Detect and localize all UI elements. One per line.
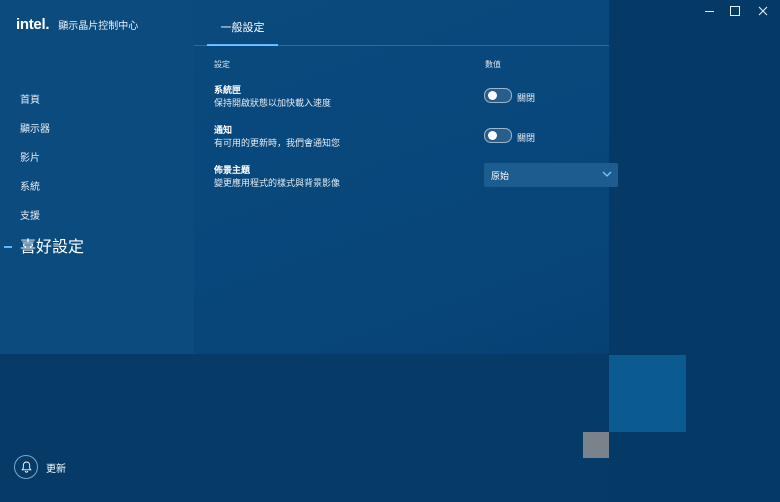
bottom-background-panel	[0, 354, 609, 502]
decorative-gray-square	[583, 432, 609, 458]
brand: intel. 顯示晶片控制中心	[16, 16, 138, 33]
tab-divider	[194, 45, 609, 46]
app-window: intel. 顯示晶片控制中心 首頁 顯示器 影片 系統 支援 喜好設定 更新 …	[0, 0, 780, 502]
intel-logo: intel.	[16, 16, 50, 33]
system-tray-toggle-label: 關閉	[517, 94, 536, 104]
theme-select-value: 原始	[491, 172, 510, 182]
tab-general-settings[interactable]: 一般設定	[207, 14, 278, 46]
system-tray-toggle[interactable]	[484, 88, 512, 103]
tab-label: 一般設定	[220, 21, 265, 34]
close-icon	[758, 6, 768, 16]
sidebar-nav: 首頁 顯示器 影片 系統 支援 喜好設定	[0, 86, 194, 263]
chevron-down-icon	[602, 171, 612, 177]
sidebar-item-label: 系統	[20, 182, 40, 193]
setting-desc-theme: 變更應用程式的樣式與背景影像	[214, 179, 341, 189]
setting-title-notifications: 通知	[214, 126, 233, 136]
sidebar-item-support[interactable]: 支援	[0, 202, 194, 231]
sidebar-item-label: 影片	[20, 153, 40, 164]
notifications-toggle-label: 關閉	[517, 134, 536, 144]
theme-select[interactable]: 原始	[484, 163, 618, 187]
column-header-setting: 設定	[214, 60, 230, 69]
sidebar-item-display[interactable]: 顯示器	[0, 115, 194, 144]
bell-icon	[14, 455, 38, 479]
setting-desc-system-tray: 保持開啟狀態以加快載入速度	[214, 99, 332, 109]
minimize-button[interactable]	[696, 2, 722, 20]
setting-title-system-tray: 系統匣	[214, 86, 242, 96]
sidebar-item-preferences[interactable]: 喜好設定	[0, 231, 194, 263]
setting-title-theme: 佈景主題	[214, 166, 251, 176]
sidebar-item-home[interactable]: 首頁	[0, 86, 194, 115]
sidebar-item-label: 喜好設定	[20, 237, 85, 256]
update-button[interactable]: 更新	[14, 455, 66, 479]
notifications-toggle[interactable]	[484, 128, 512, 143]
minimize-icon	[704, 10, 714, 12]
close-button[interactable]	[750, 2, 776, 20]
toggle-knob	[488, 91, 497, 100]
sidebar-item-label: 支援	[20, 211, 40, 222]
sidebar-item-label: 首頁	[20, 95, 40, 106]
maximize-button[interactable]	[722, 2, 748, 20]
column-header-value: 數值	[485, 60, 501, 69]
decorative-blue-square	[609, 355, 686, 432]
toggle-knob	[488, 131, 497, 140]
setting-desc-notifications: 有可用的更新時，我們會通知您	[214, 139, 341, 149]
maximize-icon	[730, 6, 740, 16]
update-label: 更新	[46, 463, 66, 475]
active-indicator	[4, 246, 12, 248]
sidebar-item-label: 顯示器	[20, 124, 50, 135]
sidebar-item-video[interactable]: 影片	[0, 144, 194, 173]
app-title: 顯示晶片控制中心	[58, 21, 139, 32]
sidebar-item-system[interactable]: 系統	[0, 173, 194, 202]
